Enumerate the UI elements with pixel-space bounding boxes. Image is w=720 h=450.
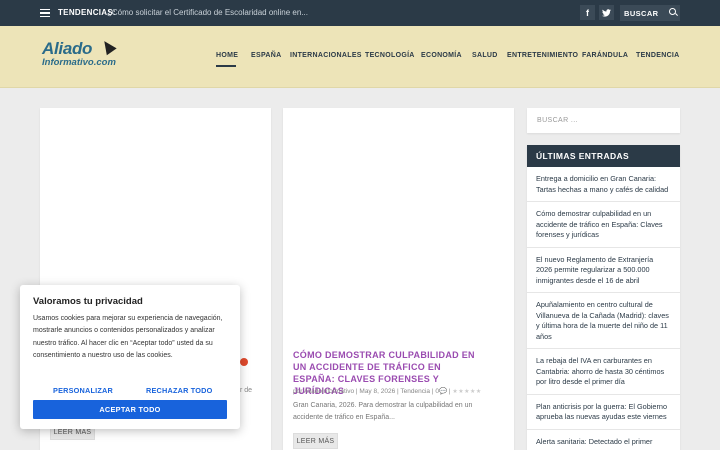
- cookie-consent-dialog: Valoramos tu privacidad Usamos cookies p…: [20, 285, 240, 429]
- nav-item-home[interactable]: HOME: [216, 52, 238, 59]
- customize-button[interactable]: PERSONALIZAR: [53, 386, 113, 395]
- latest-post-item[interactable]: Apuñalamiento en centro cultural de Vill…: [527, 293, 680, 349]
- nav-item-economia[interactable]: ECONOMÍA: [421, 52, 462, 59]
- nav-active-indicator: [216, 65, 236, 67]
- search-icon[interactable]: [669, 8, 676, 15]
- latest-post-item[interactable]: Cómo demostrar culpabilidad en un accide…: [527, 202, 680, 248]
- post-card-2: CÓMO DEMOSTRAR CULPABILIDAD EN UN ACCIDE…: [283, 108, 514, 450]
- rating-stars-icon: ★★★★★: [452, 389, 482, 395]
- top-search-placeholder: BUSCAR: [624, 8, 659, 18]
- sidebar-search-placeholder: BUSCAR ...: [537, 117, 578, 124]
- post-card-2-excerpt: Gran Canaria, 2026. Para demostrar la cu…: [293, 402, 473, 421]
- post-card-2-meta: por AliadoInformativo | May 8, 2026 | Te…: [293, 388, 482, 395]
- nav-item-tendencia[interactable]: TENDENCIA: [636, 52, 680, 59]
- nav-item-entretenimiento[interactable]: ENTRETENIMIENTO: [507, 52, 578, 59]
- top-bar: TENDENCIAS: ¿Cómo solicitar el Certifica…: [0, 0, 720, 26]
- nav-item-tecnologia[interactable]: TECNOLOGÍA: [365, 52, 415, 59]
- logo-line2: Informativo.com: [42, 57, 116, 68]
- latest-post-item[interactable]: Plan anticrisis por la guerra: El Gobier…: [527, 395, 680, 430]
- sidebar-search-input[interactable]: BUSCAR ...: [527, 108, 680, 133]
- comment-icon: 💬: [438, 388, 448, 395]
- latest-posts-list: Entrega a domicilio en Gran Canaria: Tar…: [527, 167, 680, 450]
- meta-date: May 8, 2026: [359, 388, 396, 395]
- nav-item-salud[interactable]: SALUD: [472, 52, 498, 59]
- twitter-icon[interactable]: [599, 5, 614, 20]
- read-more-button-2[interactable]: LEER MÁS: [293, 433, 338, 449]
- facebook-icon[interactable]: f: [580, 5, 595, 20]
- post-card-1-excerpt: r de: [240, 387, 253, 394]
- latest-posts-widget: ÚLTIMAS ENTRADAS Entrega a domicilio en …: [527, 145, 680, 450]
- meta-author[interactable]: AliadoInformativo: [304, 388, 354, 395]
- hamburger-menu-icon[interactable]: [40, 9, 50, 17]
- latest-post-item[interactable]: El nuevo Reglamento de Extranjería 2026 …: [527, 248, 680, 293]
- latest-post-item[interactable]: Entrega a domicilio en Gran Canaria: Tar…: [527, 167, 680, 202]
- top-search-box[interactable]: BUSCAR: [620, 5, 680, 21]
- rating-dot-icon: [240, 358, 248, 366]
- twitter-bird-icon: [602, 8, 611, 17]
- meta-author-prefix: por: [293, 388, 303, 395]
- latest-post-item[interactable]: Alerta sanitaria: Detectado el primer: [527, 430, 680, 450]
- cookie-body: Usamos cookies para mejorar su experienc…: [33, 315, 223, 359]
- latest-posts-heading: ÚLTIMAS ENTRADAS: [527, 145, 680, 167]
- accept-all-button[interactable]: ACEPTAR TODO: [33, 400, 227, 419]
- nav-item-farandula[interactable]: FARÁNDULA: [582, 52, 628, 59]
- meta-category[interactable]: Tendencia: [400, 388, 430, 395]
- nav-item-internacionales[interactable]: INTERNACIONALES: [290, 52, 362, 59]
- trending-link[interactable]: ¿Cómo solicitar el Certificado de Escola…: [107, 8, 308, 17]
- site-logo[interactable]: Aliado Informativo.com: [42, 37, 117, 68]
- latest-post-item[interactable]: La rebaja del IVA en carburantes en Cant…: [527, 349, 680, 395]
- cookie-title: Valoramos tu privacidad: [33, 296, 143, 307]
- reject-all-button[interactable]: RECHAZAR TODO: [146, 386, 213, 395]
- nav-item-espana[interactable]: ESPAÑA: [251, 52, 281, 59]
